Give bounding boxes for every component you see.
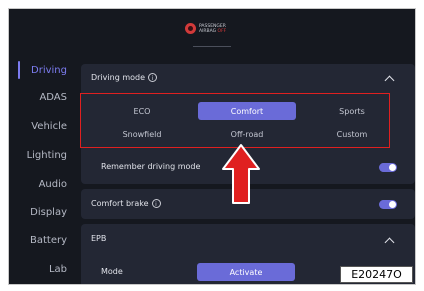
airbag-status: OFF <box>217 28 227 34</box>
airbag-line2: AIRBAG <box>199 28 217 34</box>
status-bar: PASSENGER AIRBAG OFF <box>9 9 415 57</box>
info-icon[interactable]: i <box>151 199 161 208</box>
chevron-up-icon[interactable] <box>384 237 395 248</box>
sidebar-item-label: Lighting <box>26 149 67 161</box>
sidebar-item-adas[interactable]: ADAS <box>9 84 71 110</box>
callout-arrow-icon <box>222 144 260 204</box>
sidebar-item-label: Vehicle <box>31 120 67 132</box>
settings-sidebar: Driving ADAS Vehicle Lighting Audio Disp… <box>9 57 71 284</box>
sidebar-item-label: Lab <box>48 263 67 275</box>
sidebar-item-lab[interactable]: Lab <box>9 256 71 282</box>
figure-code: E20247O <box>340 266 413 283</box>
comfort-brake-title: Comfort brake i <box>91 199 161 208</box>
sidebar-item-label: Driving <box>31 64 67 76</box>
epb-title: EPB <box>91 234 107 243</box>
epb-activate-option[interactable]: Activate <box>197 263 295 281</box>
active-marker <box>18 61 20 79</box>
remember-driving-mode-label: Remember driving mode <box>101 162 201 171</box>
airbag-icon <box>185 23 196 34</box>
sidebar-item-vehicle[interactable]: Vehicle <box>9 113 71 139</box>
sidebar-item-label: Battery <box>29 234 67 246</box>
sidebar-item-label: ADAS <box>39 91 67 103</box>
remember-driving-mode-toggle[interactable] <box>379 163 397 172</box>
sidebar-item-audio[interactable]: Audio <box>9 171 71 197</box>
highlight-box <box>80 93 390 148</box>
driving-mode-title: Driving mode i <box>91 73 158 82</box>
sidebar-item-display[interactable]: Display <box>9 199 71 225</box>
info-icon[interactable]: i <box>148 73 158 82</box>
sidebar-item-label: Audio <box>38 178 67 190</box>
sidebar-item-lighting[interactable]: Lighting <box>9 142 71 168</box>
sidebar-item-battery[interactable]: Battery <box>9 227 71 253</box>
header-divider <box>193 46 231 47</box>
sidebar-item-label: Display <box>30 206 67 218</box>
epb-mode-label: Mode <box>101 267 123 276</box>
sidebar-item-driving[interactable]: Driving <box>9 57 71 83</box>
passenger-airbag-indicator: PASSENGER AIRBAG OFF <box>185 23 226 34</box>
chevron-up-icon[interactable] <box>384 75 395 86</box>
screen: PASSENGER AIRBAG OFF Driving ADAS Vehicl… <box>9 9 415 284</box>
comfort-brake-toggle[interactable] <box>379 200 397 209</box>
